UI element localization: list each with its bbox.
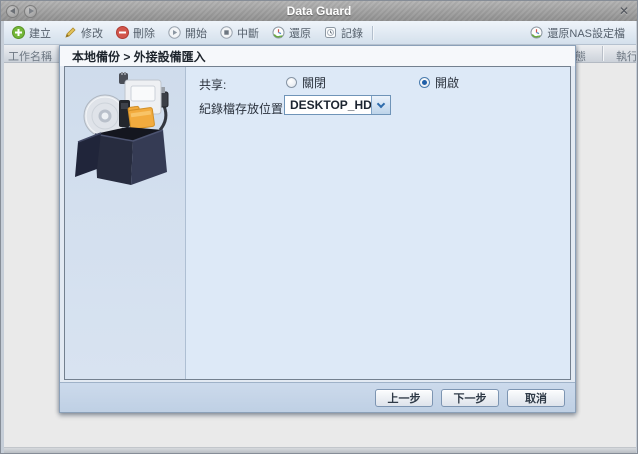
nav-back-button[interactable] [6,4,19,18]
close-icon[interactable]: ✕ [619,4,629,18]
log-location-selected-value: DESKTOP_HDD [290,98,371,112]
delete-button[interactable]: 刪除 [111,23,160,43]
previous-step-button[interactable]: 上一步 [375,388,433,407]
start-button[interactable]: 開始 [163,23,212,43]
window-title: Data Guard [286,4,352,18]
create-label: 建立 [29,27,51,40]
import-wizard-dialog: 本地備份 > 外接設備匯入 共享: 關閉 開啟 紀錄檔存放位置: DESKTOP… [59,45,576,413]
window-bottom-edge [4,447,636,453]
column-header-job-name[interactable]: 工作名稱 [8,48,52,64]
titlebar: Data Guard ✕ [1,1,637,21]
restore-button[interactable]: 還原 [267,23,316,43]
job-table-area: 工作名稱 來源目錄 目標路徑 最後執行時間 備份型態 執行狀態 本地備份 > 外… [4,45,636,447]
edit-pencil-icon [65,27,76,38]
share-on-radio[interactable]: 開啟 [419,74,459,91]
next-step-button[interactable]: 下一步 [441,388,499,407]
start-label: 開始 [185,27,207,40]
log-location-select[interactable]: DESKTOP_HDD [284,95,391,115]
restore-clock-icon [530,26,543,39]
column-separator [602,46,603,61]
log-button[interactable]: 記錄 [319,23,368,43]
chevron-down-icon [376,99,386,108]
modify-button[interactable]: 修改 [59,23,108,43]
data-guard-window: Data Guard ✕ 建立 修改 刪除 開始 中斷 還原 記錄 還原NAS設… [0,0,638,454]
cancel-button[interactable]: 取消 [507,388,565,407]
forward-arrow-icon [28,8,34,14]
back-arrow-icon [9,8,15,14]
toolbar: 建立 修改 刪除 開始 中斷 還原 記錄 還原NAS設定檔 [4,21,636,45]
wizard-footer: 上一步 下一步 取消 [60,382,575,412]
delete-label: 刪除 [133,27,155,40]
wizard-breadcrumb-title: 本地備份 > 外接設備匯入 [72,49,206,64]
wizard-form-panel: 共享: 關閉 開啟 紀錄檔存放位置: DESKTOP_HDD [186,67,570,379]
create-button[interactable]: 建立 [7,23,56,43]
share-label: 共享: [199,78,227,92]
interrupt-stop-icon [220,26,233,39]
device-import-box-illustration [75,72,169,185]
modify-label: 修改 [81,27,103,40]
interrupt-label: 中斷 [237,27,259,40]
log-location-label: 紀錄檔存放位置: [199,102,287,116]
radio-circle-icon [286,77,297,88]
delete-minus-icon [116,26,129,39]
share-off-radio[interactable]: 關閉 [286,74,326,91]
interrupt-button[interactable]: 中斷 [215,23,264,43]
restore-label: 還原 [289,27,311,40]
toolbar-separator [372,25,373,40]
dropdown-open-button[interactable] [371,96,390,114]
restore-nas-config-label: 還原NAS設定檔 [547,27,625,40]
wizard-illustration-panel [65,67,186,379]
start-play-icon [168,26,181,39]
wizard-body: 共享: 關閉 開啟 紀錄檔存放位置: DESKTOP_HDD [64,66,571,380]
column-header-run-status[interactable]: 執行狀態 [616,48,636,64]
log-note-icon [325,27,336,38]
share-on-label: 開啟 [435,76,460,90]
share-off-label: 關閉 [302,76,327,90]
nav-forward-button[interactable] [24,4,37,18]
restore-clock-icon [272,26,285,39]
restore-nas-config-button[interactable]: 還原NAS設定檔 [525,23,630,43]
log-label: 記錄 [341,27,363,40]
wizard-header: 本地備份 > 外接設備匯入 [60,46,575,66]
create-plus-icon [12,26,25,39]
radio-circle-icon [419,77,430,88]
